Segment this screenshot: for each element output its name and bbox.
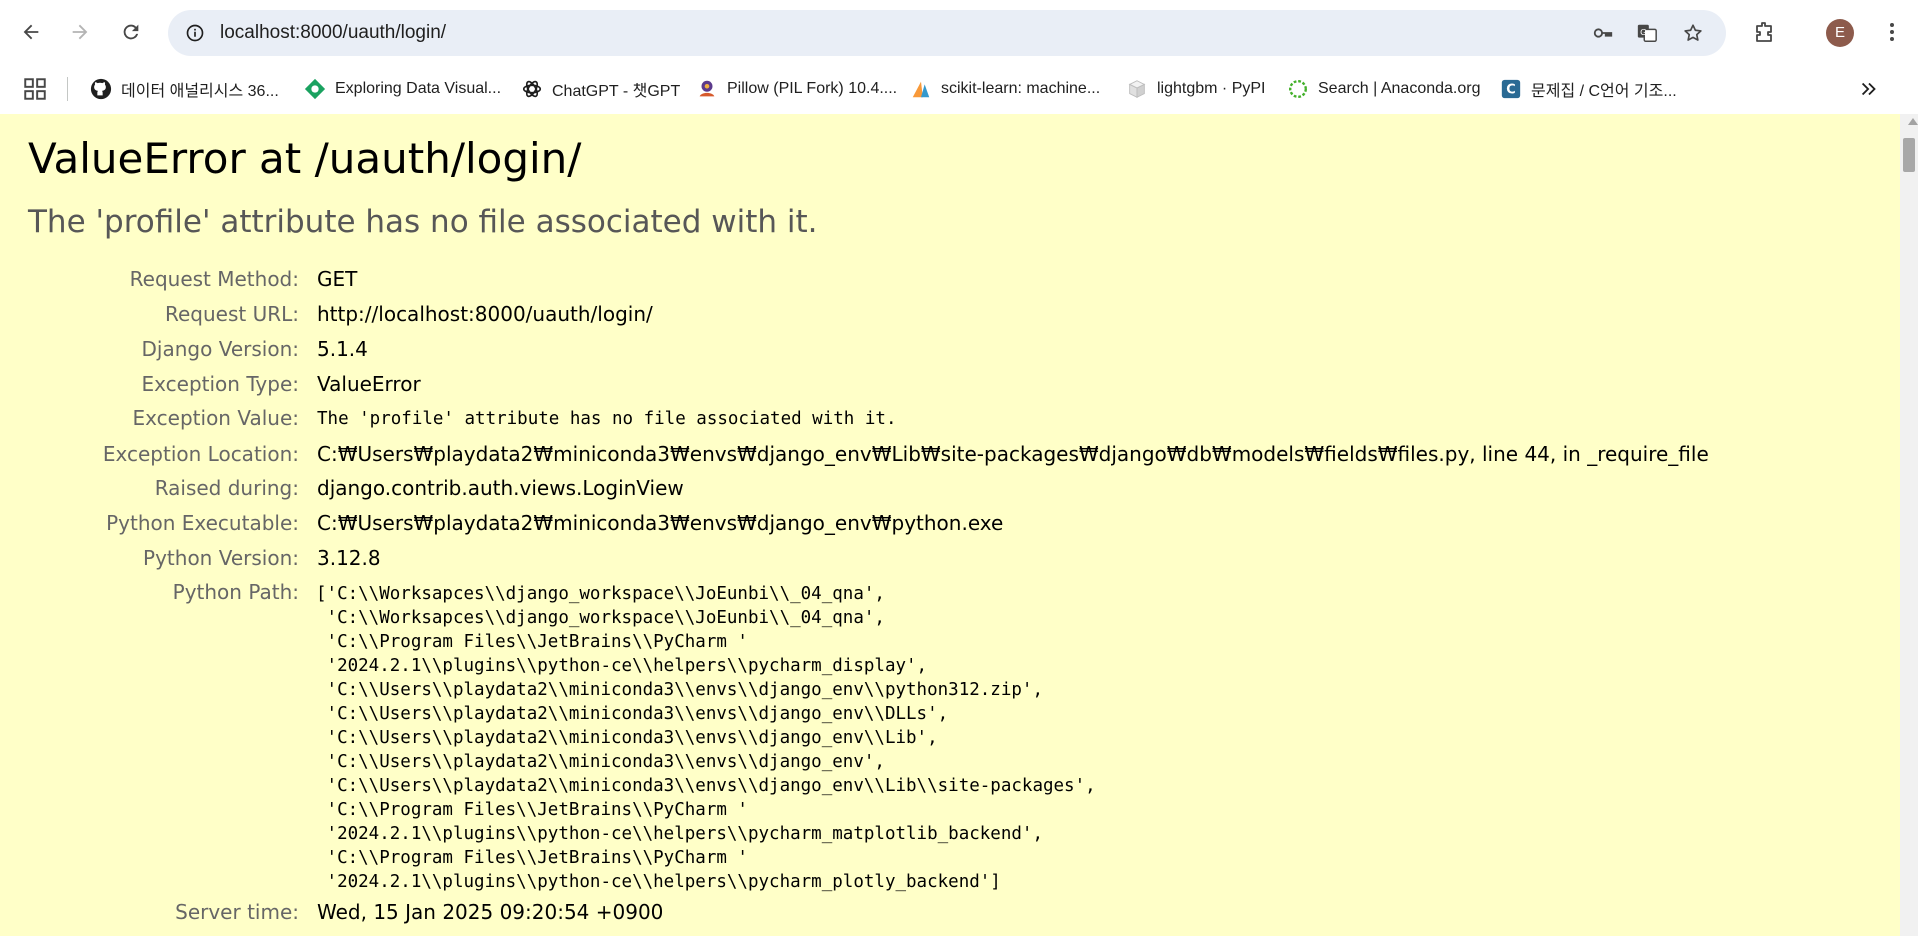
scikit-learn-icon <box>910 78 932 100</box>
meta-value: C:₩Users₩playdata2₩miniconda3₩envs₩djang… <box>317 511 1004 535</box>
arrow-right-icon <box>72 24 88 40</box>
apps-grid-icon[interactable] <box>22 76 48 102</box>
back-button[interactable] <box>12 13 50 51</box>
browser-chrome: localhost:8000/uauth/login/ G E 데이터 애널리시… <box>0 0 1918 115</box>
site-info-icon[interactable] <box>180 18 210 48</box>
meta-label: Raised during: <box>154 476 299 500</box>
browser-toolbar: localhost:8000/uauth/login/ G E <box>0 0 1918 66</box>
bookmark-label: Pillow (PIL Fork) 10.4.... <box>727 80 898 97</box>
meta-label: Request URL: <box>164 302 299 326</box>
address-bar[interactable]: localhost:8000/uauth/login/ G <box>168 10 1726 56</box>
scroll-thumb[interactable] <box>1903 138 1915 172</box>
bookmark-label: scikit-learn: machine... <box>941 80 1101 97</box>
meta-value: GET <box>317 267 358 291</box>
bookmark-item[interactable]: ChatGPT - 챗GPT <box>521 72 680 106</box>
meta-value: 3.12.8 <box>317 546 381 570</box>
meta-label: Exception Location: <box>102 442 299 466</box>
python-path-value: ['C:\\Worksapces\\django_workspace\\JoEu… <box>316 584 1096 892</box>
meta-value: C:₩Users₩playdata2₩miniconda3₩envs₩djang… <box>317 442 1709 466</box>
meta-value: http://localhost:8000/uauth/login/ <box>317 302 653 326</box>
meta-value: 5.1.4 <box>317 337 368 361</box>
bookmark-label: ChatGPT - 챗GPT <box>552 83 681 100</box>
pypi-icon <box>1126 78 1148 100</box>
meta-label: Python Path: <box>172 580 299 604</box>
profile-avatar[interactable]: E <box>1826 19 1854 47</box>
svg-text:G: G <box>1640 27 1646 37</box>
bookmark-item[interactable]: lightgbm · PyPI <box>1126 72 1265 106</box>
bookmarks-divider <box>67 77 68 101</box>
forward-button[interactable] <box>61 13 99 51</box>
page-scrollbar[interactable] <box>1900 114 1918 936</box>
bookmark-item[interactable]: C 문제집 / C언어 기조... <box>1500 72 1677 106</box>
openai-icon <box>521 78 543 100</box>
meta-value: ValueError <box>317 372 421 396</box>
bookmarks-bar: 데이터 애널리시스 36... Exploring Data Visual...… <box>0 66 1918 112</box>
meta-value: django.contrib.auth.views.LoginView <box>317 476 684 500</box>
meta-value: Wed, 15 Jan 2025 09:20:54 +0900 <box>317 900 664 924</box>
meta-label: Django Version: <box>141 337 299 361</box>
bookmark-item[interactable]: Exploring Data Visual... <box>304 72 501 106</box>
pillow-icon <box>696 78 718 100</box>
meta-label: Python Executable: <box>106 511 299 535</box>
translate-icon[interactable]: G <box>1632 18 1662 48</box>
green-diamond-icon <box>304 78 326 100</box>
url-text[interactable]: localhost:8000/uauth/login/ <box>220 10 446 56</box>
error-title: ValueError at /uauth/login/ <box>28 134 582 183</box>
bookmark-label: Exploring Data Visual... <box>335 80 502 97</box>
kebab-menu-icon[interactable] <box>1874 14 1910 50</box>
bookmark-label: Search | Anaconda.org <box>1318 80 1481 97</box>
error-subtitle: The 'profile' attribute has no file asso… <box>28 204 818 240</box>
meta-label: Exception Type: <box>141 372 299 396</box>
bookmark-item[interactable]: Search | Anaconda.org <box>1287 72 1481 106</box>
svg-text:C: C <box>1506 83 1515 98</box>
bookmark-item[interactable]: 데이터 애널리시스 36... <box>90 72 279 106</box>
meta-label: Exception Value: <box>132 406 299 430</box>
anaconda-icon <box>1287 78 1309 100</box>
bookmark-star-icon[interactable] <box>1678 18 1708 48</box>
more-bookmarks-button[interactable] <box>1854 76 1884 102</box>
github-icon <box>90 78 112 100</box>
extensions-icon[interactable] <box>1746 14 1782 50</box>
meta-label: Server time: <box>175 900 299 924</box>
bookmark-item[interactable]: scikit-learn: machine... <box>910 72 1100 106</box>
meta-value: The 'profile' attribute has no file asso… <box>317 409 897 429</box>
arrow-left-icon <box>23 24 39 40</box>
bookmark-label: 문제집 / C언어 기조... <box>1531 83 1677 100</box>
django-error-page: ValueError at /uauth/login/ The 'profile… <box>0 114 1900 936</box>
key-icon[interactable] <box>1588 18 1618 48</box>
meta-label: Request Method: <box>129 267 299 291</box>
double-chevron-right-icon <box>1861 82 1876 96</box>
bookmark-label: lightgbm · PyPI <box>1157 80 1266 97</box>
c-icon: C <box>1500 78 1522 100</box>
meta-label: Python Version: <box>143 546 299 570</box>
bookmark-item[interactable]: Pillow (PIL Fork) 10.4.... <box>696 72 897 106</box>
bookmark-label: 데이터 애널리시스 36... <box>121 83 279 100</box>
scroll-up-arrow-icon[interactable] <box>1908 118 1918 125</box>
reload-button[interactable] <box>112 13 150 51</box>
reload-icon <box>123 24 139 40</box>
